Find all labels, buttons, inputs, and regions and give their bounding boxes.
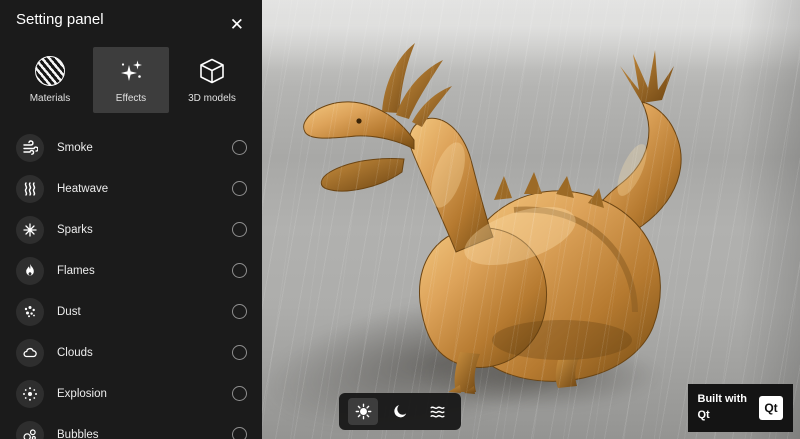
cube-icon xyxy=(197,56,227,86)
radio-heatwave[interactable] xyxy=(232,181,247,196)
radio-dust[interactable] xyxy=(232,304,247,319)
sun-icon[interactable] xyxy=(348,398,378,425)
effect-row-clouds[interactable]: Clouds xyxy=(0,332,262,373)
built-with-qt-badge[interactable]: Built with Qt Qt xyxy=(688,384,794,432)
dust-icon xyxy=(16,298,44,326)
effect-label: Heatwave xyxy=(57,183,219,195)
radio-clouds[interactable] xyxy=(232,345,247,360)
effect-row-flames[interactable]: Flames xyxy=(0,250,262,291)
effect-label: Smoke xyxy=(57,142,219,154)
dragon-model xyxy=(262,0,800,439)
effect-label: Dust xyxy=(57,306,219,318)
bubbles-icon xyxy=(16,421,44,439)
badge-line2: Qt xyxy=(698,408,748,424)
viewport-3d[interactable]: Built with Qt Qt xyxy=(262,0,800,439)
explosion-icon xyxy=(16,380,44,408)
tab-3d-models[interactable]: 3D models xyxy=(174,47,250,113)
close-icon[interactable]: ✕ xyxy=(224,10,250,39)
smoke-icon xyxy=(16,134,44,162)
panel-title: Setting panel xyxy=(16,10,106,30)
effect-row-heatwave[interactable]: Heatwave xyxy=(0,168,262,209)
radio-explosion[interactable] xyxy=(232,386,247,401)
radio-smoke[interactable] xyxy=(232,140,247,155)
effect-row-sparks[interactable]: Sparks xyxy=(0,209,262,250)
tab-materials[interactable]: Materials xyxy=(12,47,88,113)
effect-row-smoke[interactable]: Smoke xyxy=(0,127,262,168)
rain-waves-icon[interactable] xyxy=(422,398,452,425)
effects-list: Smoke Heatwave Sparks xyxy=(0,123,262,439)
effect-label: Explosion xyxy=(57,388,219,400)
effect-row-explosion[interactable]: Explosion xyxy=(0,373,262,414)
moon-icon[interactable] xyxy=(385,398,415,425)
radio-flames[interactable] xyxy=(232,263,247,278)
clouds-icon xyxy=(16,339,44,367)
effect-label: Clouds xyxy=(57,347,219,359)
badge-text: Built with Qt xyxy=(698,392,748,424)
tab-effects[interactable]: Effects xyxy=(93,47,169,113)
tab-bar: Materials Effects 3D models xyxy=(0,41,262,123)
tab-label: Effects xyxy=(116,93,146,104)
setting-panel: Setting panel ✕ Materials Effects xyxy=(0,0,262,439)
sparks-icon xyxy=(16,216,44,244)
effect-label: Bubbles xyxy=(57,429,219,439)
qt-logo: Qt xyxy=(759,396,783,420)
sparkles-icon xyxy=(116,56,146,86)
app-window: Setting panel ✕ Materials Effects xyxy=(0,0,800,439)
effect-label: Sparks xyxy=(57,224,219,236)
heatwave-icon xyxy=(16,175,44,203)
flames-icon xyxy=(16,257,44,285)
environment-toolbar xyxy=(339,393,461,430)
striped-sphere-icon xyxy=(35,56,65,86)
effect-row-dust[interactable]: Dust xyxy=(0,291,262,332)
radio-sparks[interactable] xyxy=(232,222,247,237)
effect-label: Flames xyxy=(57,265,219,277)
badge-line1: Built with xyxy=(698,392,748,408)
tab-label: 3D models xyxy=(188,93,236,104)
effect-row-bubbles[interactable]: Bubbles xyxy=(0,414,262,439)
radio-bubbles[interactable] xyxy=(232,427,247,439)
panel-header: Setting panel ✕ xyxy=(0,0,262,41)
tab-label: Materials xyxy=(30,93,71,104)
